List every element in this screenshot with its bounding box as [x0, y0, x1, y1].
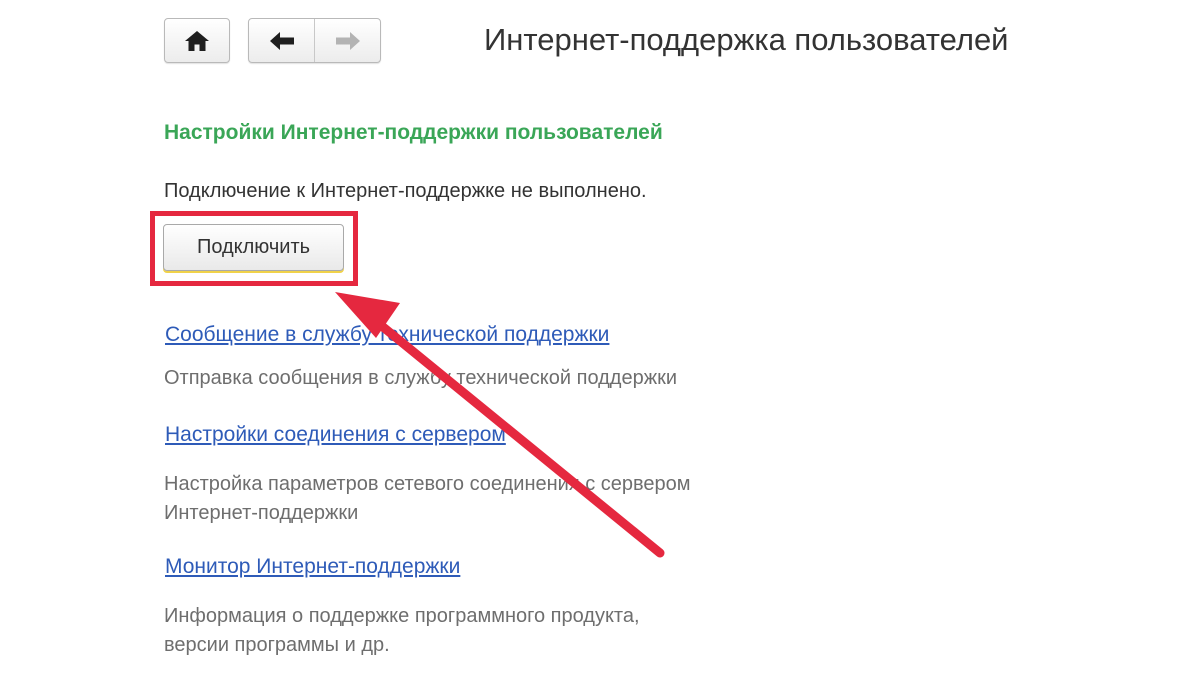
arrow-right-icon	[335, 31, 360, 50]
arrow-left-icon	[269, 31, 294, 50]
page-title: Интернет-поддержка пользователей	[484, 22, 1009, 57]
link-monitor-description-line-1: Информация о поддержке программного прод…	[164, 605, 640, 627]
link-support-message[interactable]: Сообщение в службу технической поддержки	[165, 323, 609, 347]
back-button[interactable]	[249, 19, 314, 62]
link-monitor-description-line-2: версии программы и др.	[164, 634, 390, 656]
home-button[interactable]	[164, 18, 230, 63]
connect-button[interactable]: Подключить	[163, 224, 344, 271]
home-icon	[185, 30, 209, 51]
link-server-description-line-2: Интернет-поддержки	[164, 502, 359, 524]
link-support-monitor[interactable]: Монитор Интернет-поддержки	[165, 555, 460, 579]
link-server-description-line-1: Настройка параметров сетевого соединения…	[164, 473, 691, 495]
link-support-description: Отправка сообщения в службу технической …	[164, 367, 678, 389]
forward-button[interactable]	[314, 19, 380, 62]
link-server-settings[interactable]: Настройки соединения с сервером	[165, 423, 506, 447]
section-title: Настройки Интернет-поддержки пользовател…	[164, 121, 663, 144]
connection-status-text: Подключение к Интернет-поддержке не выпо…	[164, 180, 647, 202]
navigation-button-group	[248, 18, 381, 63]
